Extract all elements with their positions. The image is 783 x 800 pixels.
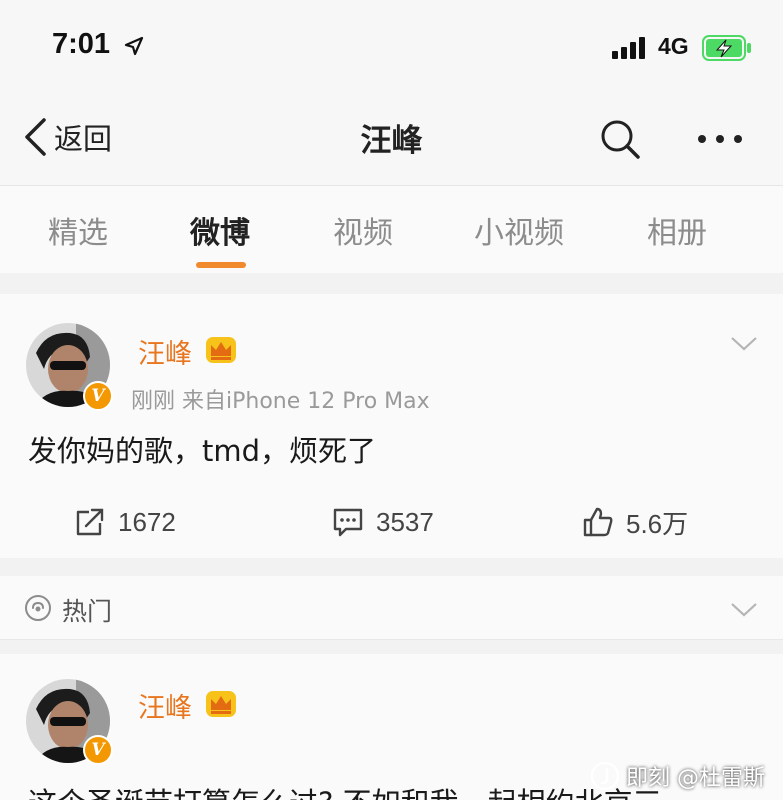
repost-button[interactable]: 1672	[74, 502, 176, 542]
author-name[interactable]: 汪峰	[138, 332, 192, 371]
post-card: V 汪峰 刚刚 来自iPhone 12 Pro Max 发你妈的歌，tmd，烦死…	[0, 294, 783, 558]
network-type: 4G	[658, 33, 689, 59]
search-icon[interactable]	[598, 117, 642, 161]
hot-section-header[interactable]: 热门	[0, 576, 783, 640]
like-count: 5.6万	[626, 508, 689, 539]
back-label: 返回	[54, 122, 113, 156]
repost-icon	[76, 508, 104, 536]
repost-count: 1672	[118, 506, 176, 537]
post-meta: 刚刚 来自iPhone 12 Pro Max	[131, 383, 430, 415]
post-time: 刚刚	[131, 389, 176, 414]
back-button[interactable]: 返回	[22, 115, 112, 159]
chevron-left-icon	[25, 118, 46, 156]
jike-logo-icon	[590, 761, 620, 791]
navigation-bar: 返回 汪峰	[0, 95, 783, 185]
author-name[interactable]: 汪峰	[138, 686, 192, 725]
chevron-down-icon[interactable]	[729, 334, 759, 354]
tab-video[interactable]: 视频	[333, 208, 393, 252]
hot-topic-icon	[25, 595, 51, 621]
verified-badge-icon: V	[83, 735, 113, 765]
tab-short-video[interactable]: 小视频	[474, 208, 564, 252]
status-bar: 7:01 4G	[0, 0, 783, 95]
status-time: 7:01	[52, 28, 111, 60]
signal-icon	[612, 37, 650, 59]
battery-charging-icon	[702, 35, 751, 61]
location-arrow-icon	[124, 36, 144, 56]
watermark: 即刻 @杜雷斯	[590, 760, 765, 792]
tab-album[interactable]: 相册	[647, 208, 707, 252]
tab-featured[interactable]: 精选	[48, 208, 108, 252]
watermark-text: 即刻 @杜雷斯	[626, 766, 765, 791]
chevron-down-icon[interactable]	[729, 600, 759, 620]
comment-icon	[333, 508, 363, 537]
page-title: 汪峰	[360, 123, 423, 159]
crown-vip-icon	[206, 337, 236, 363]
active-tab-indicator	[196, 262, 246, 268]
post-text: 发你妈的歌，tmd，烦死了	[28, 434, 377, 468]
post-source: 来自iPhone 12 Pro Max	[182, 389, 430, 414]
comment-button[interactable]: 3537	[332, 502, 434, 542]
verified-badge-icon: V	[83, 381, 113, 411]
post-text: 这个圣诞节打算怎么过? 不如和我一起相约北京三	[28, 780, 662, 800]
hot-section-label: 热门	[62, 597, 113, 626]
comment-count: 3537	[376, 506, 434, 537]
crown-vip-icon	[206, 691, 236, 717]
thumbs-up-icon	[583, 507, 613, 537]
more-icon[interactable]	[696, 121, 744, 157]
profile-tabs: 精选 微博 视频 小视频 相册	[0, 185, 783, 273]
tab-weibo[interactable]: 微博	[190, 208, 250, 252]
like-button[interactable]: 5.6万	[582, 502, 688, 542]
